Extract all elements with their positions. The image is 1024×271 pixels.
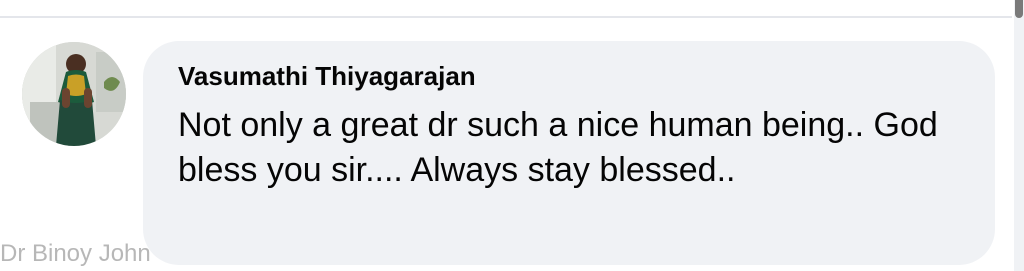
comment-thread-view: Vasumathi Thiyagarajan Not only a great … (0, 0, 1024, 271)
section-divider (0, 16, 1012, 18)
comment-bubble: Vasumathi Thiyagarajan Not only a great … (143, 41, 995, 265)
profile-photo-icon (22, 42, 126, 146)
watermark-text: Dr Binoy John (0, 240, 151, 267)
comment-text: Not only a great dr such a nice human be… (178, 106, 938, 189)
scrollbar[interactable] (1014, 0, 1024, 271)
scrollbar-thumb[interactable] (1015, 0, 1023, 18)
comment-author-name[interactable]: Vasumathi Thiyagarajan (178, 59, 959, 93)
avatar[interactable] (22, 42, 126, 146)
